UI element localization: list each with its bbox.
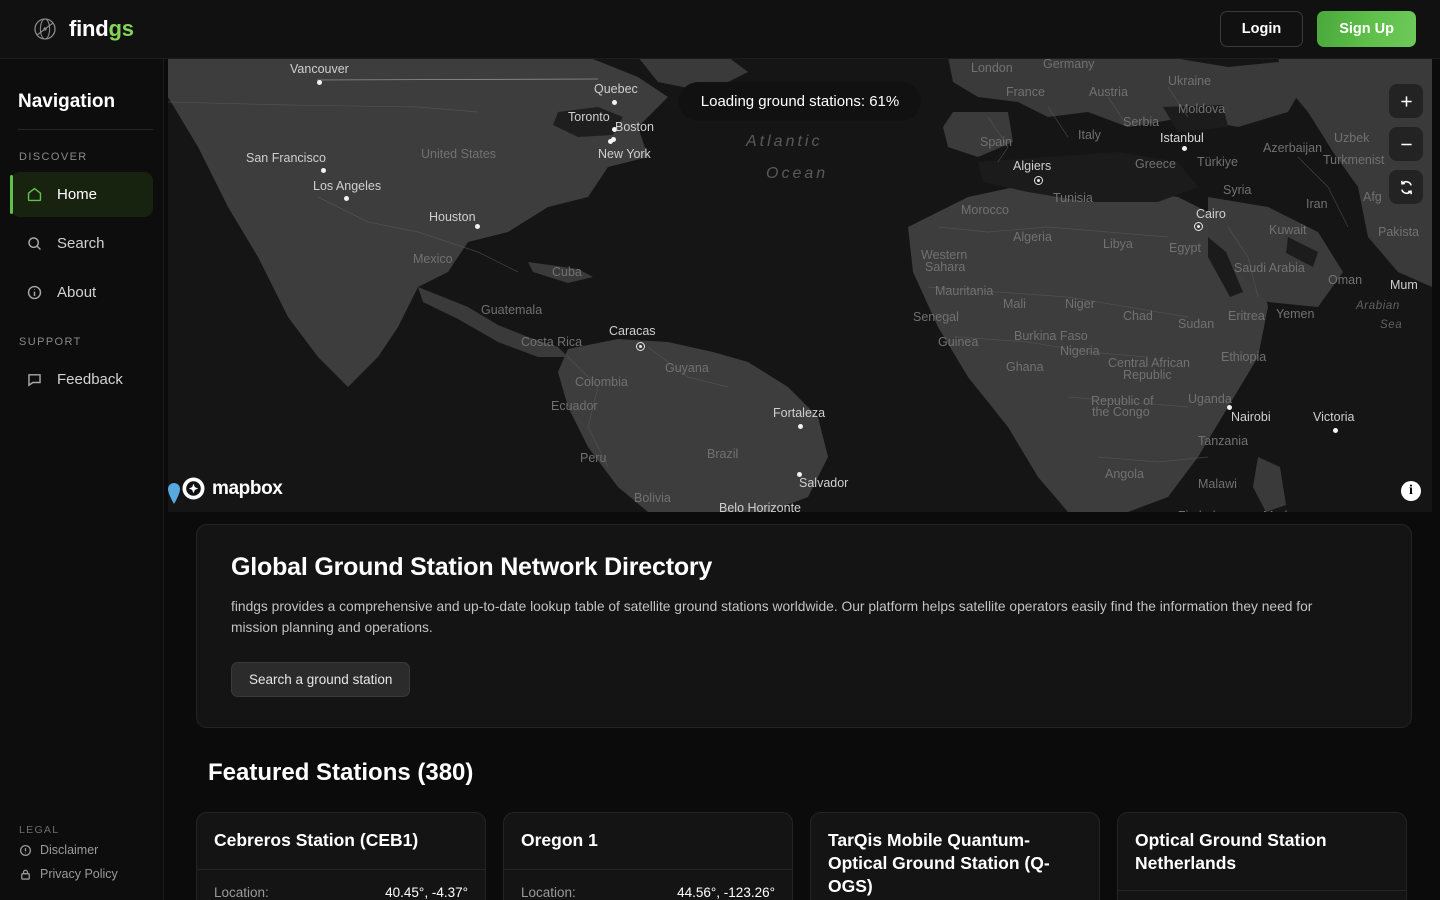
legal-item-disclaimer-label: Disclaimer — [40, 843, 99, 857]
sidebar-item-search[interactable]: Search — [11, 221, 153, 266]
station-card-header: Cebreros Station (CEB1) — [197, 813, 485, 869]
sidebar-item-home[interactable]: Home — [10, 172, 153, 217]
map-city-dot — [1333, 428, 1338, 433]
sidebar-section-discover-label: DISCOVER — [19, 151, 88, 163]
map-station-marker[interactable] — [1034, 176, 1043, 185]
sidebar-item-about-label: About — [57, 284, 97, 301]
station-detail-key: Location: — [214, 884, 269, 900]
legal-item-privacy-policy-label: Privacy Policy — [40, 867, 118, 881]
main-content: Global Ground Station Network Directory … — [164, 512, 1440, 900]
featured-stations-heading: Featured Stations (380) — [208, 758, 474, 786]
station-card-header: TarQis Mobile Quantum-Optical Ground Sta… — [811, 813, 1099, 900]
satellite-globe-icon — [32, 16, 58, 42]
map-city-dot — [798, 424, 803, 429]
map-city-dot — [612, 100, 617, 105]
legal-item-disclaimer[interactable]: Disclaimer — [19, 843, 164, 857]
sidebar: Navigation DISCOVER Home Search About SU… — [0, 59, 164, 900]
sidebar-divider — [18, 129, 153, 130]
featured-stations-list: Cebreros Station (CEB1) Location: 40.45°, … — [196, 811, 1440, 900]
station-name: TarQis Mobile Quantum-Optical Ground Sta… — [828, 829, 1050, 897]
alert-circle-icon — [19, 844, 32, 856]
map-city-dot — [1182, 146, 1187, 151]
map-city-dot — [611, 137, 616, 142]
station-name: Optical Ground Station Netherlands — [1135, 829, 1327, 874]
map-reset-button[interactable] — [1389, 170, 1423, 204]
sidebar-item-feedback-label: Feedback — [57, 371, 123, 388]
top-bar-actions: Login Sign Up — [1219, 11, 1416, 47]
station-detail-row: Location: 44.56°, -123.26° — [521, 885, 775, 900]
map-zoom-out-button[interactable] — [1389, 127, 1423, 161]
sidebar-item-feedback[interactable]: Feedback — [11, 357, 153, 402]
station-detail-value: 40.45°, -4.37° — [385, 884, 468, 900]
map-city-dot — [344, 196, 349, 201]
station-name: Oregon 1 — [521, 829, 598, 850]
map-info-button[interactable]: i — [1401, 481, 1421, 501]
sidebar-title: Navigation — [18, 91, 116, 112]
legal-block: LEGAL Disclaimer Privacy Policy — [0, 824, 164, 891]
sidebar-item-about[interactable]: About — [11, 270, 153, 315]
world-map[interactable]: North Atlantic Ocean Arabian Sea United … — [168, 57, 1432, 512]
home-icon — [26, 186, 43, 203]
loading-status-pill: Loading ground stations: 61% — [678, 82, 922, 121]
station-card-body: Location:44.56°, -123.26°Antenna Type:Pa… — [504, 868, 792, 900]
sidebar-item-search-label: Search — [57, 235, 105, 252]
map-station-marker[interactable] — [636, 342, 645, 351]
station-card-header: Oregon 1 — [504, 813, 792, 869]
map-city-dot — [797, 472, 802, 477]
sidebar-item-home-label: Home — [57, 186, 98, 203]
brand-find-text: find — [69, 16, 109, 41]
map-zoom-in-button[interactable] — [1389, 84, 1423, 118]
map-landmass-graphic — [168, 57, 1432, 512]
refresh-icon — [1400, 180, 1412, 194]
signup-button[interactable]: Sign Up — [1317, 11, 1416, 47]
map-city-dot — [1227, 405, 1232, 410]
legal-section-label: LEGAL — [19, 824, 60, 836]
mapbox-attribution[interactable]: mapbox — [182, 477, 283, 500]
hero-description: findgs provides a comprehensive and up-t… — [231, 599, 1313, 635]
info-icon — [26, 284, 43, 301]
station-card[interactable]: TarQis Mobile Quantum-Optical Ground Sta… — [810, 811, 1100, 900]
station-detail-value: 44.56°, -123.26° — [677, 884, 775, 900]
mapbox-wordmark: mapbox — [212, 477, 283, 499]
brand-logo[interactable]: findgs — [32, 16, 134, 42]
station-name: Cebreros Station (CEB1) — [214, 829, 419, 850]
top-bar: findgs Login Sign Up — [0, 0, 1440, 59]
map-controls — [1389, 84, 1423, 204]
mapbox-icon — [182, 477, 205, 500]
map-city-dot — [317, 80, 322, 85]
search-icon — [26, 235, 43, 252]
station-card-body: Location:40.45°, -4.37°Antenna Type:Para… — [197, 868, 485, 900]
sidebar-section-support-label: SUPPORT — [19, 336, 82, 348]
page-title: Global Ground Station Network Directory — [231, 553, 713, 581]
station-card-header: Optical Ground Station Netherlands — [1118, 813, 1406, 890]
map-marker-icon — [168, 483, 180, 504]
lock-icon — [21, 869, 30, 880]
map-city-dot — [612, 127, 617, 132]
station-card[interactable]: Optical Ground Station Netherlands Locati… — [1117, 811, 1407, 900]
legal-item-privacy-policy[interactable]: Privacy Policy — [19, 867, 164, 881]
station-card-body: Location:52.16°, 4.50°Antenna Type:Optic… — [1118, 890, 1406, 900]
login-button[interactable]: Login — [1219, 11, 1304, 47]
brand-gs-text: gs — [108, 16, 134, 41]
station-detail-row: Location: 40.45°, -4.37° — [214, 885, 468, 900]
brand-text: findgs — [69, 16, 134, 42]
station-card[interactable]: Oregon 1Location:44.56°, -123.26°Antenna… — [503, 811, 793, 900]
map-city-dot — [321, 168, 326, 173]
station-detail-key: Location: — [521, 884, 576, 900]
map-city-dot — [475, 224, 480, 229]
hero-card: Global Ground Station Network Directory … — [196, 524, 1412, 728]
minus-icon — [1400, 143, 1412, 145]
map-station-marker[interactable] — [1194, 222, 1203, 231]
search-ground-station-button[interactable]: Search a ground station — [231, 661, 411, 697]
plus-icon — [1400, 95, 1412, 107]
station-card[interactable]: Cebreros Station (CEB1) Location: 40.45°, … — [196, 811, 486, 900]
chat-bubble-icon — [26, 371, 43, 388]
